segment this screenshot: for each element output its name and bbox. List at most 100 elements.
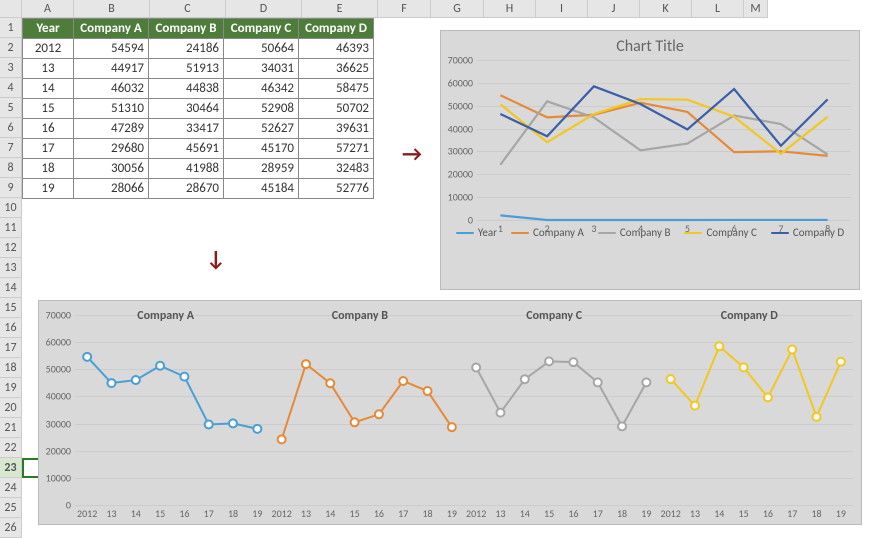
table-row[interactable]: 1551310304645290850702 xyxy=(23,99,374,119)
table-row[interactable]: 1647289334175262739631 xyxy=(23,119,374,139)
column-header-E[interactable]: E xyxy=(302,0,378,18)
cell[interactable]: 41988 xyxy=(149,159,224,179)
row-header-18[interactable]: 18 xyxy=(0,358,22,378)
cell[interactable]: 29680 xyxy=(74,139,149,159)
x-axis-label: 14 xyxy=(520,507,530,520)
cell[interactable]: 19 xyxy=(23,179,74,199)
column-header-A[interactable]: A xyxy=(22,0,74,18)
cell[interactable]: 54594 xyxy=(74,39,149,59)
cell[interactable]: 2012 xyxy=(23,39,74,59)
cell[interactable]: 44838 xyxy=(149,79,224,99)
column-header-G[interactable]: G xyxy=(431,0,484,18)
column-header-F[interactable]: F xyxy=(378,0,431,18)
column-header-J[interactable]: J xyxy=(588,0,640,18)
row-header-11[interactable]: 11 xyxy=(0,218,22,238)
row-header-1[interactable]: 1 xyxy=(0,18,22,38)
column-header-I[interactable]: I xyxy=(536,0,588,18)
row-header-16[interactable]: 16 xyxy=(0,318,22,338)
row-header-3[interactable]: 3 xyxy=(0,58,22,78)
column-header-D[interactable]: D xyxy=(226,0,302,18)
table-header[interactable]: Year xyxy=(23,19,74,39)
chart-small-multiples[interactable]: 0100002000030000400005000060000700002012… xyxy=(38,300,862,525)
cell[interactable]: 36625 xyxy=(299,59,374,79)
cell[interactable]: 32483 xyxy=(299,159,374,179)
row-header-17[interactable]: 17 xyxy=(0,338,22,358)
table-row[interactable]: 1928066286704518452776 xyxy=(23,179,374,199)
row-header-21[interactable]: 21 xyxy=(0,418,22,438)
cell[interactable]: 39631 xyxy=(299,119,374,139)
column-header-H[interactable]: H xyxy=(484,0,536,18)
cell[interactable]: 46393 xyxy=(299,39,374,59)
table-row[interactable]: 1729680456914517057271 xyxy=(23,139,374,159)
row-header-4[interactable]: 4 xyxy=(0,78,22,98)
table-row[interactable]: 201254594241865066446393 xyxy=(23,39,374,59)
row-header-25[interactable]: 25 xyxy=(0,498,22,518)
chart-combined[interactable]: Chart Title 0100002000030000400005000060… xyxy=(440,30,860,290)
cell[interactable]: 46032 xyxy=(74,79,149,99)
column-header-B[interactable]: B xyxy=(74,0,150,18)
table-row[interactable]: 1344917519133403136625 xyxy=(23,59,374,79)
row-header-14[interactable]: 14 xyxy=(0,278,22,298)
cell[interactable]: 46342 xyxy=(224,79,299,99)
cell[interactable]: 51310 xyxy=(74,99,149,119)
cell[interactable]: 45170 xyxy=(224,139,299,159)
cell[interactable]: 51913 xyxy=(149,59,224,79)
row-header-7[interactable]: 7 xyxy=(0,138,22,158)
row-header-10[interactable]: 10 xyxy=(0,198,22,218)
cell[interactable]: 28670 xyxy=(149,179,224,199)
row-header-19[interactable]: 19 xyxy=(0,378,22,398)
cell[interactable]: 14 xyxy=(23,79,74,99)
row-header-9[interactable]: 9 xyxy=(0,178,22,198)
cell[interactable]: 44917 xyxy=(74,59,149,79)
cell[interactable]: 13 xyxy=(23,59,74,79)
column-header-L[interactable]: L xyxy=(692,0,744,18)
row-header-6[interactable]: 6 xyxy=(0,118,22,138)
row-header-20[interactable]: 20 xyxy=(0,398,22,418)
select-all-corner[interactable] xyxy=(0,0,22,18)
cell[interactable]: 34031 xyxy=(224,59,299,79)
cell[interactable]: 24186 xyxy=(149,39,224,59)
row-header-2[interactable]: 2 xyxy=(0,38,22,58)
cell[interactable]: 28959 xyxy=(224,159,299,179)
table-header[interactable]: Company C xyxy=(224,19,299,39)
table-header[interactable]: Company D xyxy=(299,19,374,39)
x-axis-label: 15 xyxy=(544,507,554,520)
row-header-26[interactable]: 26 xyxy=(0,518,22,538)
column-header-C[interactable]: C xyxy=(150,0,226,18)
row-header-15[interactable]: 15 xyxy=(0,298,22,318)
cell[interactable]: 50664 xyxy=(224,39,299,59)
table-row[interactable]: 1446032448384634258475 xyxy=(23,79,374,99)
cell[interactable]: 52776 xyxy=(299,179,374,199)
row-header-12[interactable]: 12 xyxy=(0,238,22,258)
cell[interactable]: 58475 xyxy=(299,79,374,99)
cell[interactable]: 45691 xyxy=(149,139,224,159)
x-axis-label: 18 xyxy=(228,507,238,520)
data-table[interactable]: YearCompany ACompany BCompany CCompany D… xyxy=(22,18,374,199)
cell[interactable]: 57271 xyxy=(299,139,374,159)
cell[interactable]: 15 xyxy=(23,99,74,119)
row-header-13[interactable]: 13 xyxy=(0,258,22,278)
cell[interactable]: 33417 xyxy=(149,119,224,139)
row-header-8[interactable]: 8 xyxy=(0,158,22,178)
cell[interactable]: 52908 xyxy=(224,99,299,119)
column-header-K[interactable]: K xyxy=(640,0,692,18)
row-header-5[interactable]: 5 xyxy=(0,98,22,118)
cell[interactable]: 47289 xyxy=(74,119,149,139)
cell[interactable]: 18 xyxy=(23,159,74,179)
table-header[interactable]: Company B xyxy=(149,19,224,39)
cell[interactable]: 30056 xyxy=(74,159,149,179)
cell[interactable]: 52627 xyxy=(224,119,299,139)
cell[interactable]: 28066 xyxy=(74,179,149,199)
table-header[interactable]: Company A xyxy=(74,19,149,39)
cell[interactable]: 45184 xyxy=(224,179,299,199)
column-header-M[interactable]: M xyxy=(744,0,768,18)
cell[interactable]: 16 xyxy=(23,119,74,139)
cell[interactable]: 17 xyxy=(23,139,74,159)
row-header-22[interactable]: 22 xyxy=(0,438,22,458)
table-row[interactable]: 1830056419882895932483 xyxy=(23,159,374,179)
cell[interactable]: 30464 xyxy=(149,99,224,119)
cell[interactable]: 50702 xyxy=(299,99,374,119)
x-axis-label: 13 xyxy=(301,507,311,520)
row-header-23[interactable]: 23 xyxy=(0,458,22,478)
row-header-24[interactable]: 24 xyxy=(0,478,22,498)
